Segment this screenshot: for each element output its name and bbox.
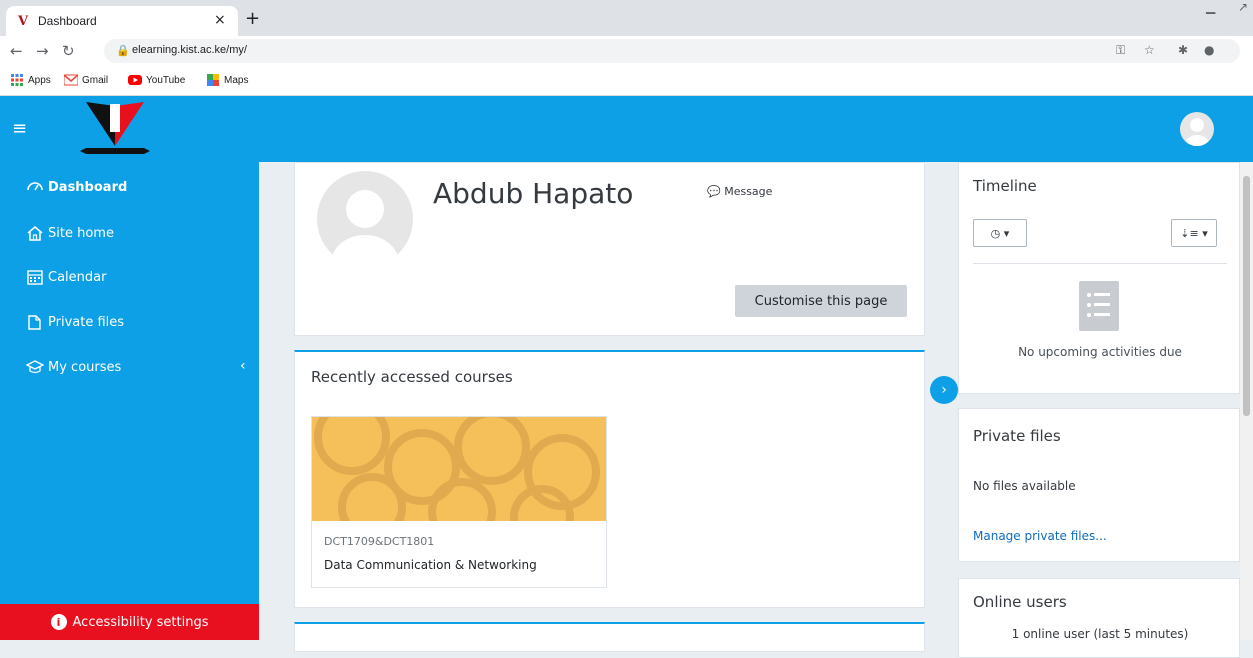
nav-item-label: Calendar: [48, 269, 107, 285]
caret-down-icon: ▾: [1202, 226, 1208, 240]
manage-private-files-link[interactable]: Manage private files...: [973, 529, 1107, 543]
bookmark-gmail[interactable]: Gmail: [64, 74, 108, 86]
file-icon: [28, 315, 41, 330]
clock-icon: ◷: [990, 226, 1001, 240]
private-files-title: Private files: [973, 427, 1061, 445]
bookmark-label: Gmail: [82, 74, 109, 86]
sort-icon: ⇣≡: [1180, 226, 1199, 240]
online-users-title: Online users: [973, 593, 1067, 611]
lock-icon: 🔒: [116, 44, 130, 57]
nav-item-site-home[interactable]: Site home: [26, 224, 114, 242]
accessibility-label: Accessibility settings: [72, 614, 209, 630]
nav-item-calendar[interactable]: Calendar: [26, 268, 106, 286]
youtube-icon: [128, 75, 142, 85]
message-link[interactable]: 💬 Message: [707, 185, 772, 198]
bookmark-label: Maps: [224, 74, 249, 86]
address-bar-row: ← → ↻ 🔒 elearning.kist.ac.ke/my/ ⚿ ☆ ✱ ●: [0, 36, 1253, 66]
nav-item-dashboard[interactable]: Dashboard: [26, 178, 127, 196]
scrollbar-thumb[interactable]: [1243, 176, 1250, 416]
nav-item-label: Private files: [48, 314, 125, 330]
block-drawer-toggle-button[interactable]: ›: [930, 376, 958, 404]
maximize-icon[interactable]: ↗: [1238, 0, 1248, 14]
site-favicon-icon: V: [18, 14, 29, 29]
profile-name: Abdub Hapato: [433, 177, 634, 210]
private-files-block: Private files No files available Manage …: [958, 408, 1240, 562]
key-icon[interactable]: ⚿: [1116, 43, 1125, 58]
course-image: [312, 417, 606, 521]
url-text: elearning.kist.ac.ke/my/: [132, 44, 247, 56]
star-icon[interactable]: ☆: [1144, 43, 1155, 57]
bookmark-label: YouTube: [146, 74, 186, 86]
browser-tab-bar: V Dashboard × + ▁ ↗: [0, 0, 1253, 36]
divider: [973, 263, 1227, 264]
new-tab-button[interactable]: +: [245, 8, 260, 29]
kist-logo[interactable]: [80, 96, 150, 160]
tab-title: Dashboard: [38, 14, 97, 28]
nav-item-my-courses[interactable]: My courses: [26, 358, 121, 376]
bookmark-maps[interactable]: Maps: [206, 74, 248, 86]
chat-bubble-icon: 💬: [707, 185, 721, 198]
maps-icon: [207, 74, 219, 86]
next-block-card: [294, 622, 925, 652]
online-users-block: Online users 1 online user (last 5 minut…: [958, 578, 1240, 658]
course-name[interactable]: Data Communication & Networking: [324, 558, 537, 572]
page-scrollbar[interactable]: [1240, 162, 1253, 640]
recent-courses-card: Recently accessed courses DCT1709&DCT180…: [294, 350, 925, 608]
url-field[interactable]: 🔒 elearning.kist.ac.ke/my/ ⚿ ☆ ✱ ●: [104, 39, 1240, 63]
bookmark-label: Apps: [28, 74, 51, 86]
recent-courses-title: Recently accessed courses: [311, 368, 513, 386]
nav-item-label: Site home: [48, 225, 114, 241]
close-tab-icon[interactable]: ×: [214, 12, 226, 28]
forward-arrow-icon[interactable]: →: [36, 42, 49, 60]
nav-item-private-files[interactable]: Private files: [26, 313, 124, 331]
bookmark-apps[interactable]: Apps: [10, 74, 51, 86]
accessibility-icon: i: [50, 614, 67, 630]
course-code: DCT1709&DCT1801: [324, 535, 435, 548]
nav-item-label: Dashboard: [48, 179, 128, 195]
bookmark-youtube[interactable]: YouTube: [128, 74, 185, 86]
empty-list-icon: [1079, 281, 1119, 331]
customise-page-button[interactable]: Customise this page: [735, 285, 907, 317]
gmail-icon: [64, 74, 78, 86]
minimize-icon[interactable]: ▁: [1206, 0, 1215, 14]
menu-toggle-icon[interactable]: ≡: [12, 118, 27, 139]
apps-grid-icon: [11, 74, 23, 86]
chevron-left-icon[interactable]: ‹: [240, 358, 246, 374]
chevron-right-icon: ›: [941, 382, 947, 398]
caret-down-icon: ▾: [1003, 226, 1010, 240]
browser-tab[interactable]: V Dashboard ×: [6, 6, 238, 36]
back-arrow-icon[interactable]: ←: [10, 42, 23, 60]
bookmarks-bar: Apps Gmail YouTube Maps: [0, 66, 1253, 96]
private-files-empty-text: No files available: [973, 479, 1076, 493]
accessibility-settings-button[interactable]: i Accessibility settings: [0, 604, 259, 640]
extension-fruit-icon[interactable]: ●: [1204, 43, 1214, 57]
course-card[interactable]: DCT1709&DCT1801 Data Communication & Net…: [311, 416, 607, 588]
nav-item-label: My courses: [48, 359, 122, 375]
site-header: ≡: [0, 96, 1253, 162]
profile-header-card: Abdub Hapato 💬 Message Customise this pa…: [294, 162, 925, 336]
extensions-icon[interactable]: ✱: [1178, 43, 1188, 57]
timeline-sort-dropdown[interactable]: ⇣≡ ▾: [1171, 219, 1217, 247]
timeline-filter-dropdown[interactable]: ◷ ▾: [973, 219, 1027, 247]
dashboard-icon: [27, 182, 43, 191]
online-users-count: 1 online user (last 5 minutes): [1011, 627, 1189, 641]
timeline-title: Timeline: [973, 177, 1037, 195]
user-avatar[interactable]: [1180, 112, 1214, 146]
timeline-block: Timeline ◷ ▾ ⇣≡ ▾ No upcoming activities…: [958, 162, 1240, 394]
home-icon: [27, 226, 43, 241]
reload-icon[interactable]: ↻: [62, 42, 75, 60]
nav-drawer: Dashboard Site home Calendar Private fil…: [0, 162, 259, 640]
calendar-icon: [27, 270, 43, 285]
message-label: Message: [724, 185, 773, 198]
graduation-cap-icon: [26, 360, 44, 374]
profile-avatar: [317, 171, 413, 267]
timeline-empty-text: No upcoming activities due: [1018, 345, 1182, 359]
